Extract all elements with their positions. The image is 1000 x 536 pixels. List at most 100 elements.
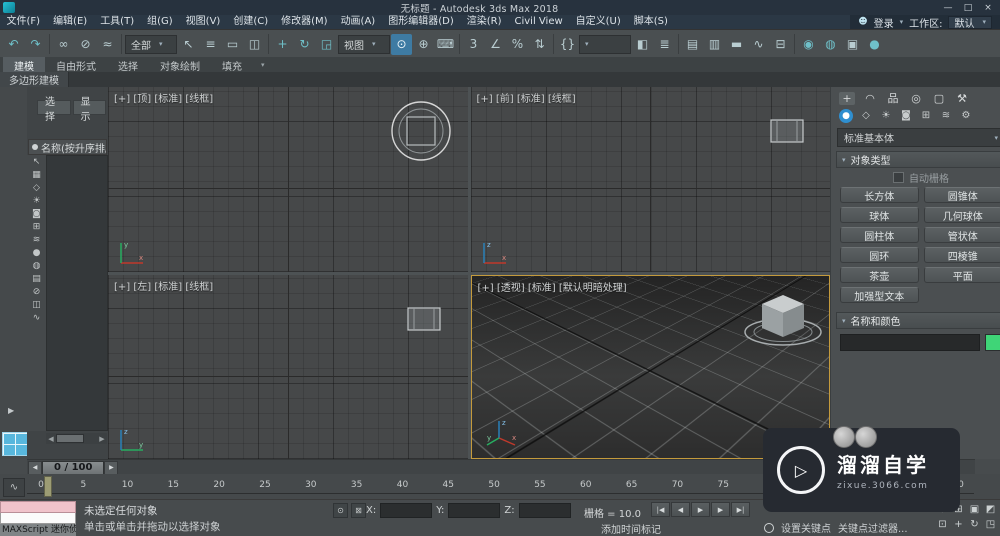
object-type-button[interactable]: 茶壶 [840,267,919,283]
menu-item[interactable]: 脚本(S) [627,15,674,29]
menu-item[interactable]: 创建(C) [227,15,275,29]
render-production-icon[interactable]: ● [864,34,885,55]
menu-item[interactable]: 渲染(R) [460,15,508,29]
object-name-input[interactable] [840,334,980,351]
scroll-left-icon[interactable]: ◀ [46,435,56,443]
explorer-filter-icon[interactable]: ◫ [32,301,41,310]
menu-item[interactable]: 修改器(M) [275,15,334,29]
app-logo-icon[interactable] [3,2,15,13]
object-type-button[interactable]: 圆环 [840,247,919,263]
unlink-selection-icon[interactable]: ⊘ [75,34,96,55]
reference-coordinate-dropdown[interactable]: 视图 ▾ [338,35,390,54]
shapes-category-icon[interactable]: ◇ [859,109,873,123]
redo-icon[interactable]: ↷ [25,34,46,55]
viewport-left[interactable]: [+] [左] [标准] [线框] y z [108,275,468,460]
menu-item[interactable]: 自定义(U) [569,15,627,29]
schematic-view-icon[interactable]: ⊟ [770,34,791,55]
viewport-label[interactable]: [+] [顶] [标准] [线框] [114,90,213,105]
spinner-snap-icon[interactable]: ⇅ [529,34,550,55]
cameras-category-icon[interactable]: ◙ [899,109,913,123]
menu-item[interactable]: 组(G) [141,15,180,29]
viewport-top[interactable]: [+] [顶] [标准] [线框] x y [108,87,468,272]
menu-item[interactable]: Civil View [508,15,569,29]
space-warps-category-icon[interactable]: ≋ [939,109,953,123]
rectangular-selection-icon[interactable]: ▭ [222,34,243,55]
object-type-button[interactable]: 平面 [924,267,1000,283]
autogrid-checkbox[interactable] [893,172,904,183]
name-color-rollout-header[interactable]: ▾ 名称和颜色 [836,312,1000,329]
add-time-tag-button[interactable]: 添加时间标记 [601,521,661,536]
previous-frame-icon[interactable]: ◀ [28,461,42,475]
menu-item[interactable]: 编辑(E) [47,15,94,29]
explorer-tab[interactable]: 选择 [37,100,71,115]
object-type-button[interactable]: 圆锥体 [924,187,1000,203]
hierarchy-tab-icon[interactable]: 品 [885,90,901,106]
coordinate-x-input[interactable] [380,503,432,518]
ribbon-minimize-icon[interactable]: ▾ [253,57,273,72]
zoom-extents-all-icon[interactable]: ◩ [983,502,998,516]
selection-filter-dropdown[interactable]: 全部 ▾ [125,35,177,54]
explorer-filter-icon[interactable]: ▦ [32,171,41,180]
scene-object-box-left[interactable] [404,304,444,334]
geometry-category-icon[interactable]: ● [839,109,853,123]
explorer-filter-icon[interactable]: ↖ [33,158,41,167]
menu-item[interactable]: 文件(F) [0,15,47,29]
close-button[interactable]: × [978,3,998,13]
mirror-icon[interactable]: ◧ [632,34,653,55]
explorer-filter-icon[interactable]: ◍ [33,262,41,271]
scene-explorer-toggle-icon[interactable]: ▤ [682,34,703,55]
select-and-manipulate-icon[interactable]: ⊕ [413,34,434,55]
next-frame-icon[interactable]: ▶ [104,461,118,475]
select-and-rotate-icon[interactable]: ↻ [294,34,315,55]
previous-frame-icon[interactable]: ◀ [671,502,690,517]
go-to-start-icon[interactable]: |◀ [651,502,670,517]
named-sets-dropdown[interactable]: ▾ [579,35,631,54]
helpers-category-icon[interactable]: ⊞ [919,109,933,123]
explorer-filter-icon[interactable]: ◇ [33,184,40,193]
object-type-button[interactable]: 圆柱体 [840,227,919,243]
object-type-button[interactable]: 加强型文本 [840,287,919,303]
create-tab-icon[interactable]: + [839,92,855,105]
ribbon-tab[interactable]: 建模 [3,57,45,72]
keyboard-override-icon[interactable]: ⌨ [435,34,456,55]
scene-object-tube-top[interactable] [388,98,454,164]
layer-explorer-toggle-icon[interactable]: ▥ [704,34,725,55]
primitive-type-dropdown[interactable]: 标准基本体 ▾ [837,128,1000,147]
named-selection-sets-icon[interactable]: {} [557,34,578,55]
explorer-filter-icon[interactable]: ☀ [32,197,40,206]
mini-curve-editor-icon[interactable]: ∿ [3,478,25,497]
object-type-button[interactable]: 球体 [840,207,919,223]
isolate-selection-icon[interactable]: ⊙ [333,503,348,518]
ribbon-tab[interactable]: 选择 [107,57,149,72]
menu-item[interactable]: 视图(V) [179,15,227,29]
scene-object-box-perspective[interactable] [741,287,825,351]
listener-pane[interactable] [0,513,76,524]
snaps-toggle-icon[interactable]: 3 [463,34,484,55]
maximize-button[interactable]: □ [958,3,978,13]
object-type-button[interactable]: 几何球体 [924,207,1000,223]
percent-snap-icon[interactable]: % [507,34,528,55]
angle-snap-icon[interactable]: ∠ [485,34,506,55]
polygon-modeling-panel[interactable]: 多边形建模 [0,72,69,87]
explorer-scrollbar[interactable]: ◀ ▶ [46,433,107,444]
explorer-filter-icon[interactable]: ⊘ [33,288,41,297]
pan-icon[interactable]: + [951,517,966,531]
explorer-tab[interactable]: 显示 [73,100,107,115]
utilities-tab-icon[interactable]: ⚒ [954,92,970,105]
coordinate-z-input[interactable] [519,503,571,518]
undo-icon[interactable]: ↶ [3,34,24,55]
display-tab-icon[interactable]: ▢ [931,92,947,105]
object-type-button[interactable]: 长方体 [840,187,919,203]
modify-tab-icon[interactable]: ◠ [862,92,878,105]
explorer-filter-icon[interactable]: ∿ [33,314,41,323]
select-by-name-icon[interactable]: ≡ [200,34,221,55]
viewport-front[interactable]: [+] [前] [标准] [线框] x z [471,87,831,272]
menu-item[interactable]: 工具(T) [94,15,141,29]
maximize-viewport-icon[interactable]: ◳ [983,517,998,531]
current-frame-marker[interactable] [44,476,52,497]
motion-tab-icon[interactable]: ◎ [908,92,924,105]
object-color-swatch[interactable] [985,334,1000,351]
explorer-filter-icon[interactable]: ◙ [32,210,41,219]
window-crossing-icon[interactable]: ◫ [244,34,265,55]
macro-recorder-pane[interactable] [0,501,76,513]
